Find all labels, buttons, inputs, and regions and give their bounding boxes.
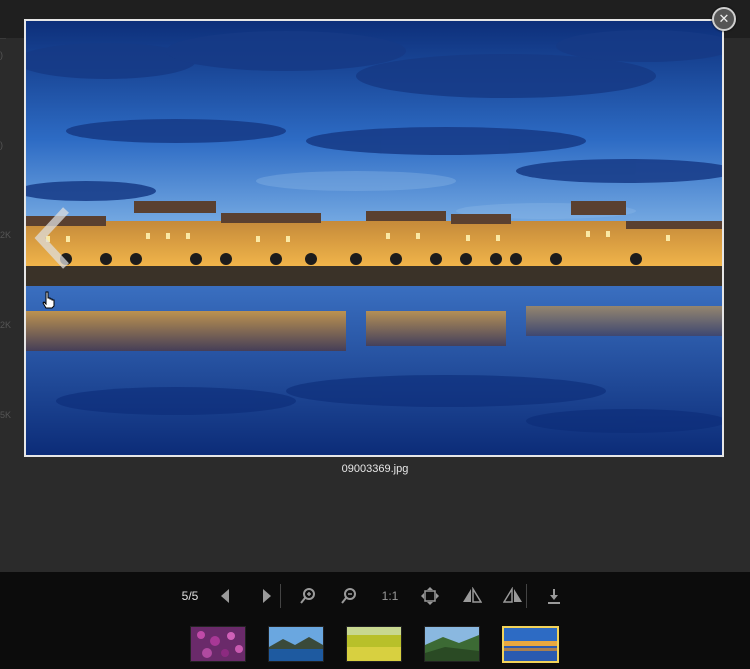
toolbar-divider [280, 584, 281, 608]
download-icon[interactable] [546, 587, 562, 605]
thumbnail-green-hills[interactable] [424, 626, 480, 662]
image-counter: 5/5 [181, 589, 199, 603]
close-button[interactable]: ✕ [712, 7, 736, 31]
background-axis-tick: 5K [0, 410, 12, 420]
image-filename: 09003369.jpg [341, 463, 409, 475]
thumbnail-image [504, 628, 557, 661]
zoom-in-icon[interactable] [299, 587, 317, 605]
thumbnail-image [269, 627, 323, 661]
background-axis-tick: 2K [0, 230, 12, 240]
flip-vertical-icon[interactable] [503, 587, 523, 605]
thumbnail-yellow-field[interactable] [346, 626, 402, 662]
next-image-button[interactable] [260, 587, 274, 605]
background-axis-tick: ) [0, 140, 3, 150]
toolbar-divider [526, 584, 527, 608]
hand-cursor-icon [42, 291, 55, 309]
thumbnail-mountain-lake[interactable] [268, 626, 324, 662]
background-axis-tick: ) [0, 50, 3, 60]
actual-size-button[interactable]: 1:1 [378, 587, 402, 605]
photo-riverside-town-night [26, 21, 722, 455]
thumbnail-image [191, 627, 245, 661]
chevron-left-icon[interactable] [34, 206, 74, 270]
fit-screen-icon[interactable] [421, 587, 439, 605]
thumbnail-image [347, 627, 401, 661]
thumbnail-purple-flowers[interactable] [190, 626, 246, 662]
background-axis-tick: 2K [0, 320, 12, 330]
background-panel-edge [0, 38, 6, 499]
previous-image-button[interactable] [218, 587, 232, 605]
main-photo[interactable] [24, 19, 724, 457]
thumbnail-image [425, 627, 479, 661]
thumbnail-riverside-town-night[interactable] [502, 626, 559, 663]
zoom-out-icon[interactable] [340, 587, 358, 605]
viewer-toolbar: 5/5 1:1 [0, 572, 750, 669]
flip-horizontal-icon[interactable] [462, 587, 482, 605]
